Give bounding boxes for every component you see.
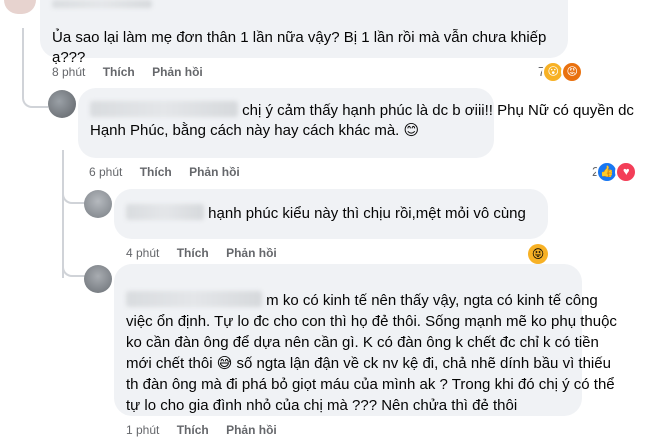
comment-meta: 8 phút Thích Phản hồi [52, 64, 217, 80]
thread-connector [62, 255, 86, 277]
reply-button[interactable]: Phản hồi [152, 65, 203, 79]
avatar[interactable] [4, 0, 36, 14]
reply-button[interactable]: Phản hồi [189, 165, 240, 179]
angry-icon: 😡 [561, 61, 584, 83]
comment-text: Ủa sao lại làm mẹ đơn thân 1 lần nữa vậy… [52, 29, 547, 66]
comment-bubble: m ko có kinh tế nên thấy vậy, ngta có ki… [114, 264, 617, 416]
reaction-summary[interactable]: 7 😮 😡 [538, 61, 584, 83]
reaction-summary[interactable]: 2 👍 ♥ [592, 161, 638, 183]
like-button[interactable]: Thích [103, 65, 135, 79]
comment-text-line: mới chết thôi 😅 số ngta lận đận về ck nv… [126, 355, 611, 372]
love-icon: ♥ [615, 161, 638, 183]
timestamp[interactable]: 8 phút [52, 65, 85, 79]
commenter-name[interactable] [90, 101, 238, 117]
timestamp[interactable]: 1 phút [126, 423, 159, 437]
commenter-name[interactable] [126, 204, 204, 220]
comment-bubble: Ủa sao lại làm mẹ đơn thân 1 lần nữa vậy… [40, 0, 568, 66]
reply-button[interactable]: Phản hồi [226, 423, 277, 437]
comment-text-line: tự lo cho gia đình nhỏ của chị mà ??? Nê… [126, 397, 518, 414]
reply-button[interactable]: Phản hồi [226, 246, 277, 260]
commenter-name[interactable] [52, 0, 152, 8]
thread-connector [62, 188, 86, 204]
comment-text-line: m ko có kinh tế nên thấy vậy, ngta có ki… [266, 292, 598, 309]
avatar[interactable] [84, 265, 112, 293]
avatar[interactable] [48, 90, 76, 118]
comment-meta: 4 phút Thích Phản hồi [126, 245, 291, 261]
comment-text: hạnh phúc kiểu này thì chịu rồi,mệt mỏi … [208, 205, 526, 222]
comment-text-line: việc ổn định. Tự lo đc cho con thì họ đẻ… [126, 313, 617, 330]
haha-icon[interactable]: 😝 [528, 244, 548, 264]
timestamp[interactable]: 6 phút [89, 165, 122, 179]
like-button[interactable]: Thích [177, 246, 209, 260]
like-button[interactable]: Thích [140, 165, 172, 179]
like-button[interactable]: Thích [177, 423, 209, 437]
comment-text-line: Hạnh Phúc, bằng cách này hay cách khác m… [90, 122, 420, 139]
comment-bubble: chị ý cảm thấy hạnh phúc là dc b ơiii!! … [78, 88, 634, 158]
avatar[interactable] [84, 190, 112, 218]
comment-text-line: ko cần đàn ông để dựa nên cần gì. K có đ… [126, 334, 599, 351]
comment-text-line: th đàn ông mà đi phá bỏ giọt máu của mìn… [126, 376, 615, 393]
comment-meta: 6 phút Thích Phản hồi [89, 164, 254, 180]
comment-bubble: hạnh phúc kiểu này thì chịu rồi,mệt mỏi … [114, 189, 548, 239]
thread-connector [22, 78, 48, 108]
timestamp[interactable]: 4 phút [126, 246, 159, 260]
commenter-name[interactable] [126, 291, 262, 307]
comment-meta: 1 phút Thích Phản hồi [126, 422, 291, 438]
comment-text-line: chị ý cảm thấy hạnh phúc là dc b ơiii!! … [242, 102, 634, 119]
